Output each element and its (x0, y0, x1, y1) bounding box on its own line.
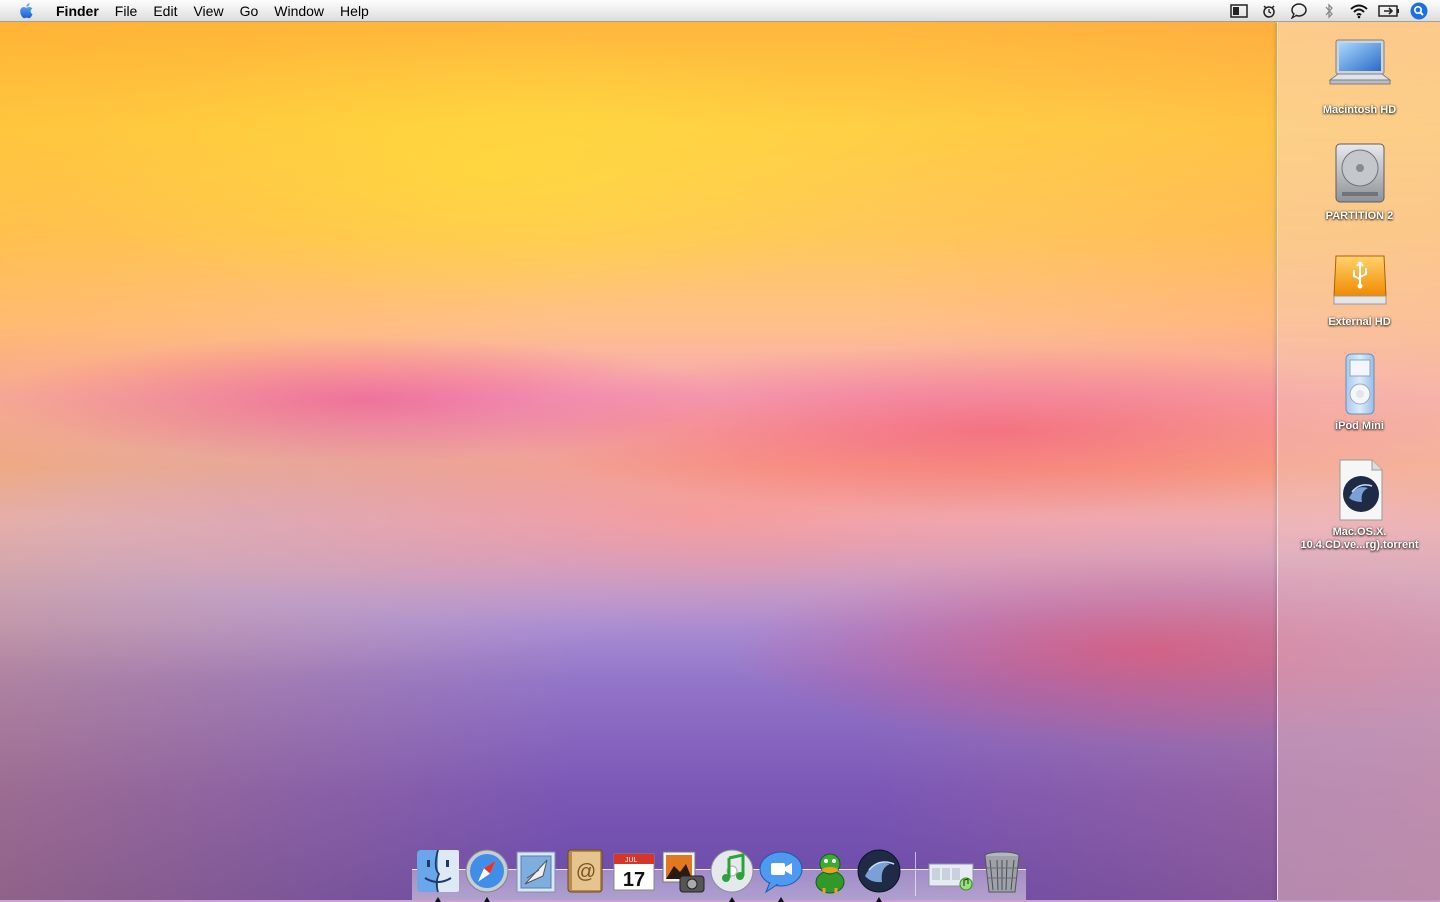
menu-view[interactable]: View (185, 0, 231, 22)
usb-drive-icon (1328, 248, 1392, 312)
dock-item-finder[interactable] (415, 848, 461, 902)
desktop-icon-label-line1: Mac.OS.X. (1332, 526, 1387, 538)
desktop-icon-external-hd[interactable]: External HD (1278, 248, 1440, 329)
menu-bar: Finder File Edit View Go Window Help (0, 0, 1440, 22)
syncing-icon[interactable] (1258, 1, 1280, 21)
svg-text:17: 17 (623, 869, 645, 891)
spotlight-icon[interactable] (1408, 1, 1430, 21)
svg-text:JUL: JUL (625, 857, 638, 864)
desktop-icon-partition-2[interactable]: PARTITION 2 (1278, 142, 1440, 223)
dock-item-iphoto[interactable] (660, 848, 706, 894)
dock-item-ical[interactable]: JUL 17 (611, 848, 657, 894)
torrent-app-icon (857, 849, 901, 893)
desktop-icon-label: iPod Mini (1335, 420, 1384, 432)
dock-item-itunes[interactable] (709, 848, 755, 902)
dock-item-trash[interactable] (979, 848, 1025, 894)
battery-icon[interactable] (1378, 1, 1400, 21)
desktop-icon-label-line2: 10.4.CD.ve...rg).torrent (1300, 539, 1419, 551)
adium-icon (815, 853, 845, 894)
dock-item-mail[interactable] (513, 848, 559, 894)
address-book-icon: @ (567, 849, 603, 893)
iphoto-icon (662, 851, 705, 893)
ical-icon: JUL 17 (613, 853, 655, 891)
chat-icon[interactable] (1288, 1, 1310, 21)
dock-separator (915, 852, 916, 896)
hard-drive-icon (1328, 142, 1392, 206)
menu-file[interactable]: File (107, 0, 146, 22)
desktop-drawer: Macintosh HD PARTITION 2 External HD iPo… (1277, 22, 1440, 900)
dock: @ JUL 17 (412, 842, 1026, 902)
wifi-icon[interactable] (1348, 1, 1370, 21)
spaces-icon[interactable] (1228, 1, 1250, 21)
dock-item-address-book[interactable]: @ (562, 848, 608, 894)
desktop-icon-label: PARTITION 2 (1325, 210, 1394, 222)
dock-item-bittorrent[interactable] (856, 848, 902, 902)
ichat-icon (759, 851, 803, 894)
dock-item-music-folder[interactable] (928, 848, 974, 894)
apple-icon[interactable] (16, 0, 38, 22)
desktop-icon-label: Macintosh HD (1322, 104, 1397, 116)
menu-go[interactable]: Go (232, 0, 267, 22)
menu-edit[interactable]: Edit (145, 0, 185, 22)
menu-window[interactable]: Window (266, 0, 332, 22)
finder-icon (417, 849, 459, 893)
menu-app-finder[interactable]: Finder (48, 0, 107, 22)
mail-icon (516, 851, 556, 893)
dock-item-safari[interactable] (464, 848, 510, 902)
laptop-drive-icon (1328, 36, 1392, 100)
desktop-icon-ipod-mini[interactable]: iPod Mini (1278, 352, 1440, 433)
dock-item-ichat[interactable] (758, 848, 804, 902)
torrent-file-icon (1328, 458, 1392, 522)
desktop-icon-label: Mac.OS.X. 10.4.CD.ve...rg).torrent (1278, 526, 1440, 552)
ipod-icon (1328, 352, 1392, 416)
desktop-icon-label: External HD (1328, 316, 1391, 328)
bluetooth-icon[interactable] (1318, 1, 1340, 21)
safari-icon (465, 849, 509, 893)
trash-icon (984, 851, 1020, 893)
menu-extras (1224, 0, 1440, 22)
svg-text:@: @ (576, 861, 596, 883)
itunes-icon (710, 849, 754, 893)
desktop-icon-torrent-file[interactable]: Mac.OS.X. 10.4.CD.ve...rg).torrent (1278, 458, 1440, 552)
desktop-wallpaper (0, 0, 1440, 900)
dock-item-adium[interactable] (807, 848, 853, 894)
music-stack-icon (928, 863, 974, 891)
menu-help[interactable]: Help (332, 0, 377, 22)
desktop-icon-macintosh-hd[interactable]: Macintosh HD (1278, 36, 1440, 117)
